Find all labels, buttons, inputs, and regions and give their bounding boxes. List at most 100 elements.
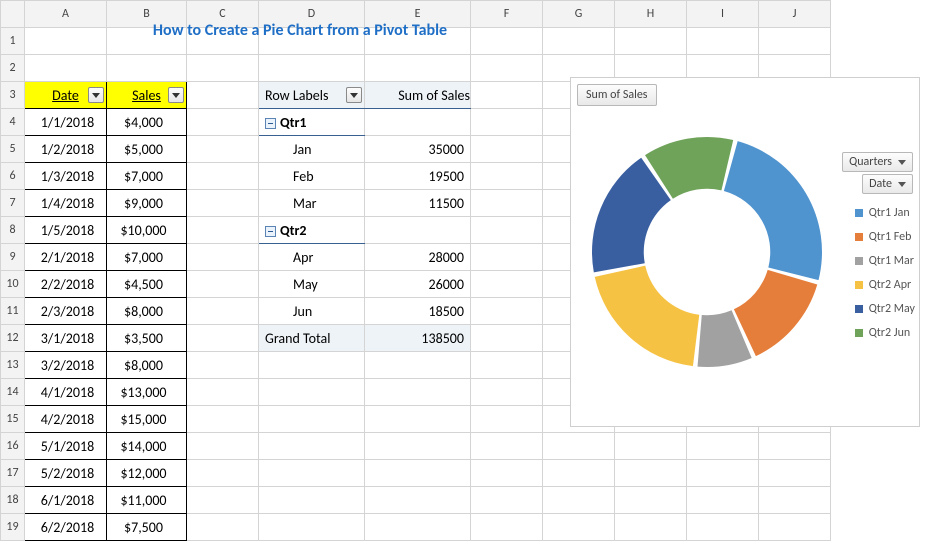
col-head-H[interactable]: H: [615, 1, 687, 28]
cell-F17[interactable]: [471, 460, 543, 487]
cell-F6[interactable]: [471, 163, 543, 190]
cell-E3[interactable]: Sum of Sales: [365, 82, 471, 109]
cell-C2[interactable]: [187, 55, 259, 82]
cell-C3[interactable]: [187, 82, 259, 109]
cell-C16[interactable]: [187, 433, 259, 460]
cell-B11[interactable]: $8,000: [107, 298, 187, 325]
cell-F2[interactable]: [471, 55, 543, 82]
cell-D2[interactable]: [259, 55, 365, 82]
cell-E12[interactable]: 138500: [365, 325, 471, 352]
cell-B6[interactable]: $7,000: [107, 163, 187, 190]
cell-A16[interactable]: 5/1/2018: [25, 433, 107, 460]
cell-F1[interactable]: [471, 28, 543, 55]
cell-A19[interactable]: 6/2/2018: [25, 514, 107, 541]
cell-C8[interactable]: [187, 217, 259, 244]
cell-A12[interactable]: 3/1/2018: [25, 325, 107, 352]
cell-E2[interactable]: [365, 55, 471, 82]
col-head-C[interactable]: C: [187, 1, 259, 28]
collapse-icon[interactable]: [265, 118, 276, 129]
cell-E7[interactable]: 11500: [365, 190, 471, 217]
cell-D15[interactable]: [259, 406, 365, 433]
cell-J18[interactable]: [759, 487, 831, 514]
cell-A7[interactable]: 1/4/2018: [25, 190, 107, 217]
cell-F12[interactable]: [471, 325, 543, 352]
cell-E9[interactable]: 28000: [365, 244, 471, 271]
slicer-date[interactable]: Date: [862, 174, 913, 194]
cell-D8[interactable]: Qtr2: [259, 217, 365, 244]
cell-H1[interactable]: [615, 28, 687, 55]
cell-F13[interactable]: [471, 352, 543, 379]
pivot-chart[interactable]: Sum of Sales Quarters Date Qtr1 JanQtr1 …: [570, 77, 920, 427]
row-head-3[interactable]: 3: [1, 82, 25, 109]
cell-D16[interactable]: [259, 433, 365, 460]
cell-C12[interactable]: [187, 325, 259, 352]
cell-D5[interactable]: Jan: [259, 136, 365, 163]
cell-C17[interactable]: [187, 460, 259, 487]
cell-A17[interactable]: 5/2/2018: [25, 460, 107, 487]
cell-E6[interactable]: 19500: [365, 163, 471, 190]
cell-E1[interactable]: [365, 28, 471, 55]
cell-A9[interactable]: 2/1/2018: [25, 244, 107, 271]
row-head-2[interactable]: 2: [1, 55, 25, 82]
col-head-E[interactable]: E: [365, 1, 471, 28]
cell-D13[interactable]: [259, 352, 365, 379]
cell-D10[interactable]: May: [259, 271, 365, 298]
cell-E16[interactable]: [365, 433, 471, 460]
cell-E17[interactable]: [365, 460, 471, 487]
cell-D6[interactable]: Feb: [259, 163, 365, 190]
cell-E4[interactable]: [365, 109, 471, 136]
row-head-11[interactable]: 11: [1, 298, 25, 325]
cell-A14[interactable]: 4/1/2018: [25, 379, 107, 406]
cell-A18[interactable]: 6/1/2018: [25, 487, 107, 514]
cell-A10[interactable]: 2/2/2018: [25, 271, 107, 298]
cell-B13[interactable]: $8,000: [107, 352, 187, 379]
row-head-12[interactable]: 12: [1, 325, 25, 352]
row-head-6[interactable]: 6: [1, 163, 25, 190]
donut-slice[interactable]: [595, 266, 700, 366]
row-head-18[interactable]: 18: [1, 487, 25, 514]
cell-B16[interactable]: $14,000: [107, 433, 187, 460]
cell-E19[interactable]: [365, 514, 471, 541]
cell-I16[interactable]: [687, 433, 759, 460]
cell-C19[interactable]: [187, 514, 259, 541]
cell-B3[interactable]: Sales: [107, 82, 187, 109]
slicer-quarters[interactable]: Quarters: [842, 152, 913, 172]
cell-B4[interactable]: $4,000: [107, 109, 187, 136]
row-head-14[interactable]: 14: [1, 379, 25, 406]
cell-F5[interactable]: [471, 136, 543, 163]
cell-H17[interactable]: [615, 460, 687, 487]
cell-B18[interactable]: $11,000: [107, 487, 187, 514]
cell-D3[interactable]: Row Labels: [259, 82, 365, 109]
cell-J1[interactable]: [759, 28, 831, 55]
cell-E15[interactable]: [365, 406, 471, 433]
cell-C13[interactable]: [187, 352, 259, 379]
cell-E5[interactable]: 35000: [365, 136, 471, 163]
cell-B9[interactable]: $7,000: [107, 244, 187, 271]
cell-E10[interactable]: 26000: [365, 271, 471, 298]
cell-C1[interactable]: [187, 28, 259, 55]
cell-B1[interactable]: [107, 28, 187, 55]
col-head-I[interactable]: I: [687, 1, 759, 28]
cell-B8[interactable]: $10,000: [107, 217, 187, 244]
cell-D18[interactable]: [259, 487, 365, 514]
cell-F4[interactable]: [471, 109, 543, 136]
cell-E14[interactable]: [365, 379, 471, 406]
cell-A5[interactable]: 1/2/2018: [25, 136, 107, 163]
cell-F8[interactable]: [471, 217, 543, 244]
col-head-F[interactable]: F: [471, 1, 543, 28]
cell-D7[interactable]: Mar: [259, 190, 365, 217]
cell-A1[interactable]: [25, 28, 107, 55]
collapse-icon[interactable]: [265, 226, 276, 237]
cell-C9[interactable]: [187, 244, 259, 271]
cell-D19[interactable]: [259, 514, 365, 541]
cell-F9[interactable]: [471, 244, 543, 271]
cell-C15[interactable]: [187, 406, 259, 433]
cell-F16[interactable]: [471, 433, 543, 460]
cell-D11[interactable]: Jun: [259, 298, 365, 325]
cell-A13[interactable]: 3/2/2018: [25, 352, 107, 379]
cell-D1[interactable]: [259, 28, 365, 55]
row-head-9[interactable]: 9: [1, 244, 25, 271]
col-head-D[interactable]: D: [259, 1, 365, 28]
cell-F7[interactable]: [471, 190, 543, 217]
cell-C7[interactable]: [187, 190, 259, 217]
